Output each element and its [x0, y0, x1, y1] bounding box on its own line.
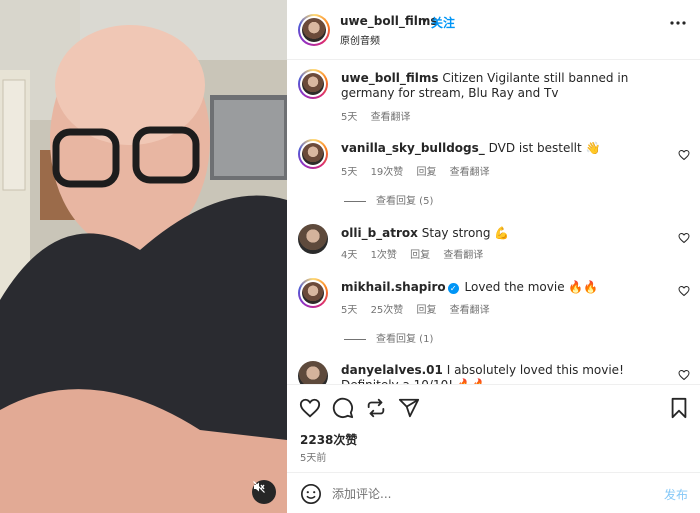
comment-username[interactable]: olli_b_atrox: [341, 226, 418, 240]
mute-button[interactable]: [252, 480, 276, 504]
comment-likes[interactable]: 19次赞: [371, 167, 404, 178]
repost-icon[interactable]: [365, 397, 387, 419]
bookmark-icon[interactable]: [668, 397, 690, 419]
comment-meta: 5天 19次赞 回复 查看翻译: [341, 163, 500, 178]
post-button[interactable]: 发布: [664, 486, 688, 503]
reply-link[interactable]: 回复: [416, 167, 436, 178]
comment-text: mikhail.shapiro ✓ Loved the movie 🔥🔥: [341, 280, 666, 295]
comment-input[interactable]: [332, 483, 632, 505]
divider-line: [344, 200, 366, 202]
more-icon[interactable]: [668, 16, 688, 30]
avatar[interactable]: [298, 69, 328, 99]
divider-line: [344, 338, 366, 340]
comment-time: 5天: [341, 305, 358, 316]
translate-link[interactable]: 查看翻译: [371, 112, 411, 123]
action-bar: 2238次赞 5天前: [287, 384, 700, 472]
comment-composer: 发布: [287, 472, 700, 513]
comment-time: 5天: [341, 167, 358, 178]
view-replies-button[interactable]: 查看回复 (1): [344, 330, 433, 345]
emoji-icon[interactable]: [300, 483, 322, 505]
video-frame[interactable]: [0, 0, 287, 513]
reply-link[interactable]: 回复: [410, 250, 430, 261]
avatar[interactable]: [298, 139, 328, 169]
likes-count[interactable]: 2238次赞: [300, 431, 357, 448]
author-avatar[interactable]: [298, 14, 330, 46]
comment-text: olli_b_atrox Stay strong 💪: [341, 226, 666, 241]
comment-username[interactable]: vanilla_sky_bulldogs_: [341, 141, 485, 155]
comment-body: DVD ist bestellt 👋: [488, 141, 601, 155]
post-header: uwe_boll_films • 关注 原创音频: [287, 0, 700, 60]
heart-icon[interactable]: [678, 369, 690, 381]
post-time: 5天前: [300, 453, 327, 464]
reply-link[interactable]: 回复: [416, 305, 436, 316]
comment-meta: 5天 25次赞 回复 查看翻译: [341, 301, 500, 316]
video-still: [0, 0, 287, 513]
avatar[interactable]: [298, 278, 328, 308]
heart-icon[interactable]: [299, 397, 321, 419]
comment-body: Loved the movie 🔥🔥: [464, 280, 599, 294]
view-replies-button[interactable]: 查看回复 (5): [344, 192, 433, 207]
comment-text: uwe_boll_films Citizen Vigilante still b…: [341, 71, 666, 101]
translate-link[interactable]: 查看翻译: [443, 250, 483, 261]
separator-dot: •: [421, 14, 429, 28]
comment-text: vanilla_sky_bulldogs_ DVD ist bestellt 👋: [341, 141, 666, 156]
view-replies-label: 查看回复 (1): [376, 334, 434, 345]
send-icon[interactable]: [398, 397, 420, 419]
verified-badge-icon: ✓: [447, 283, 459, 294]
heart-icon[interactable]: [678, 232, 690, 244]
comment-meta: 4天 1次赞 回复 查看翻译: [341, 246, 493, 261]
translate-link[interactable]: 查看翻译: [450, 167, 490, 178]
comment-icon[interactable]: [332, 397, 354, 419]
follow-button[interactable]: 关注: [431, 14, 455, 31]
view-replies-label: 查看回复 (5): [376, 196, 434, 207]
comment-time: 4天: [341, 250, 358, 261]
audio-label[interactable]: 原创音频: [340, 32, 380, 47]
comment-meta: 5天 查看翻译: [341, 108, 421, 123]
comment-username[interactable]: uwe_boll_films: [341, 71, 438, 85]
comment-text: danyelalves.01 I absolutely loved this m…: [341, 363, 666, 384]
comment-time: 5天: [341, 112, 358, 123]
speaker-muted-icon: [253, 481, 265, 493]
heart-icon[interactable]: [678, 149, 690, 161]
avatar[interactable]: [298, 224, 328, 254]
comment-username[interactable]: danyelalves.01: [341, 363, 443, 377]
comment-list[interactable]: uwe_boll_films Citizen Vigilante still b…: [287, 61, 700, 384]
avatar[interactable]: [298, 361, 328, 384]
comment-body: Stay strong 💪: [421, 226, 510, 240]
post-panel: uwe_boll_films • 关注 原创音频 uwe_boll_films …: [287, 0, 700, 513]
comment-likes[interactable]: 25次赞: [371, 305, 404, 316]
heart-icon[interactable]: [678, 285, 690, 297]
translate-link[interactable]: 查看翻译: [450, 305, 490, 316]
comment-likes[interactable]: 1次赞: [371, 250, 397, 261]
comment-username[interactable]: mikhail.shapiro: [341, 280, 446, 294]
